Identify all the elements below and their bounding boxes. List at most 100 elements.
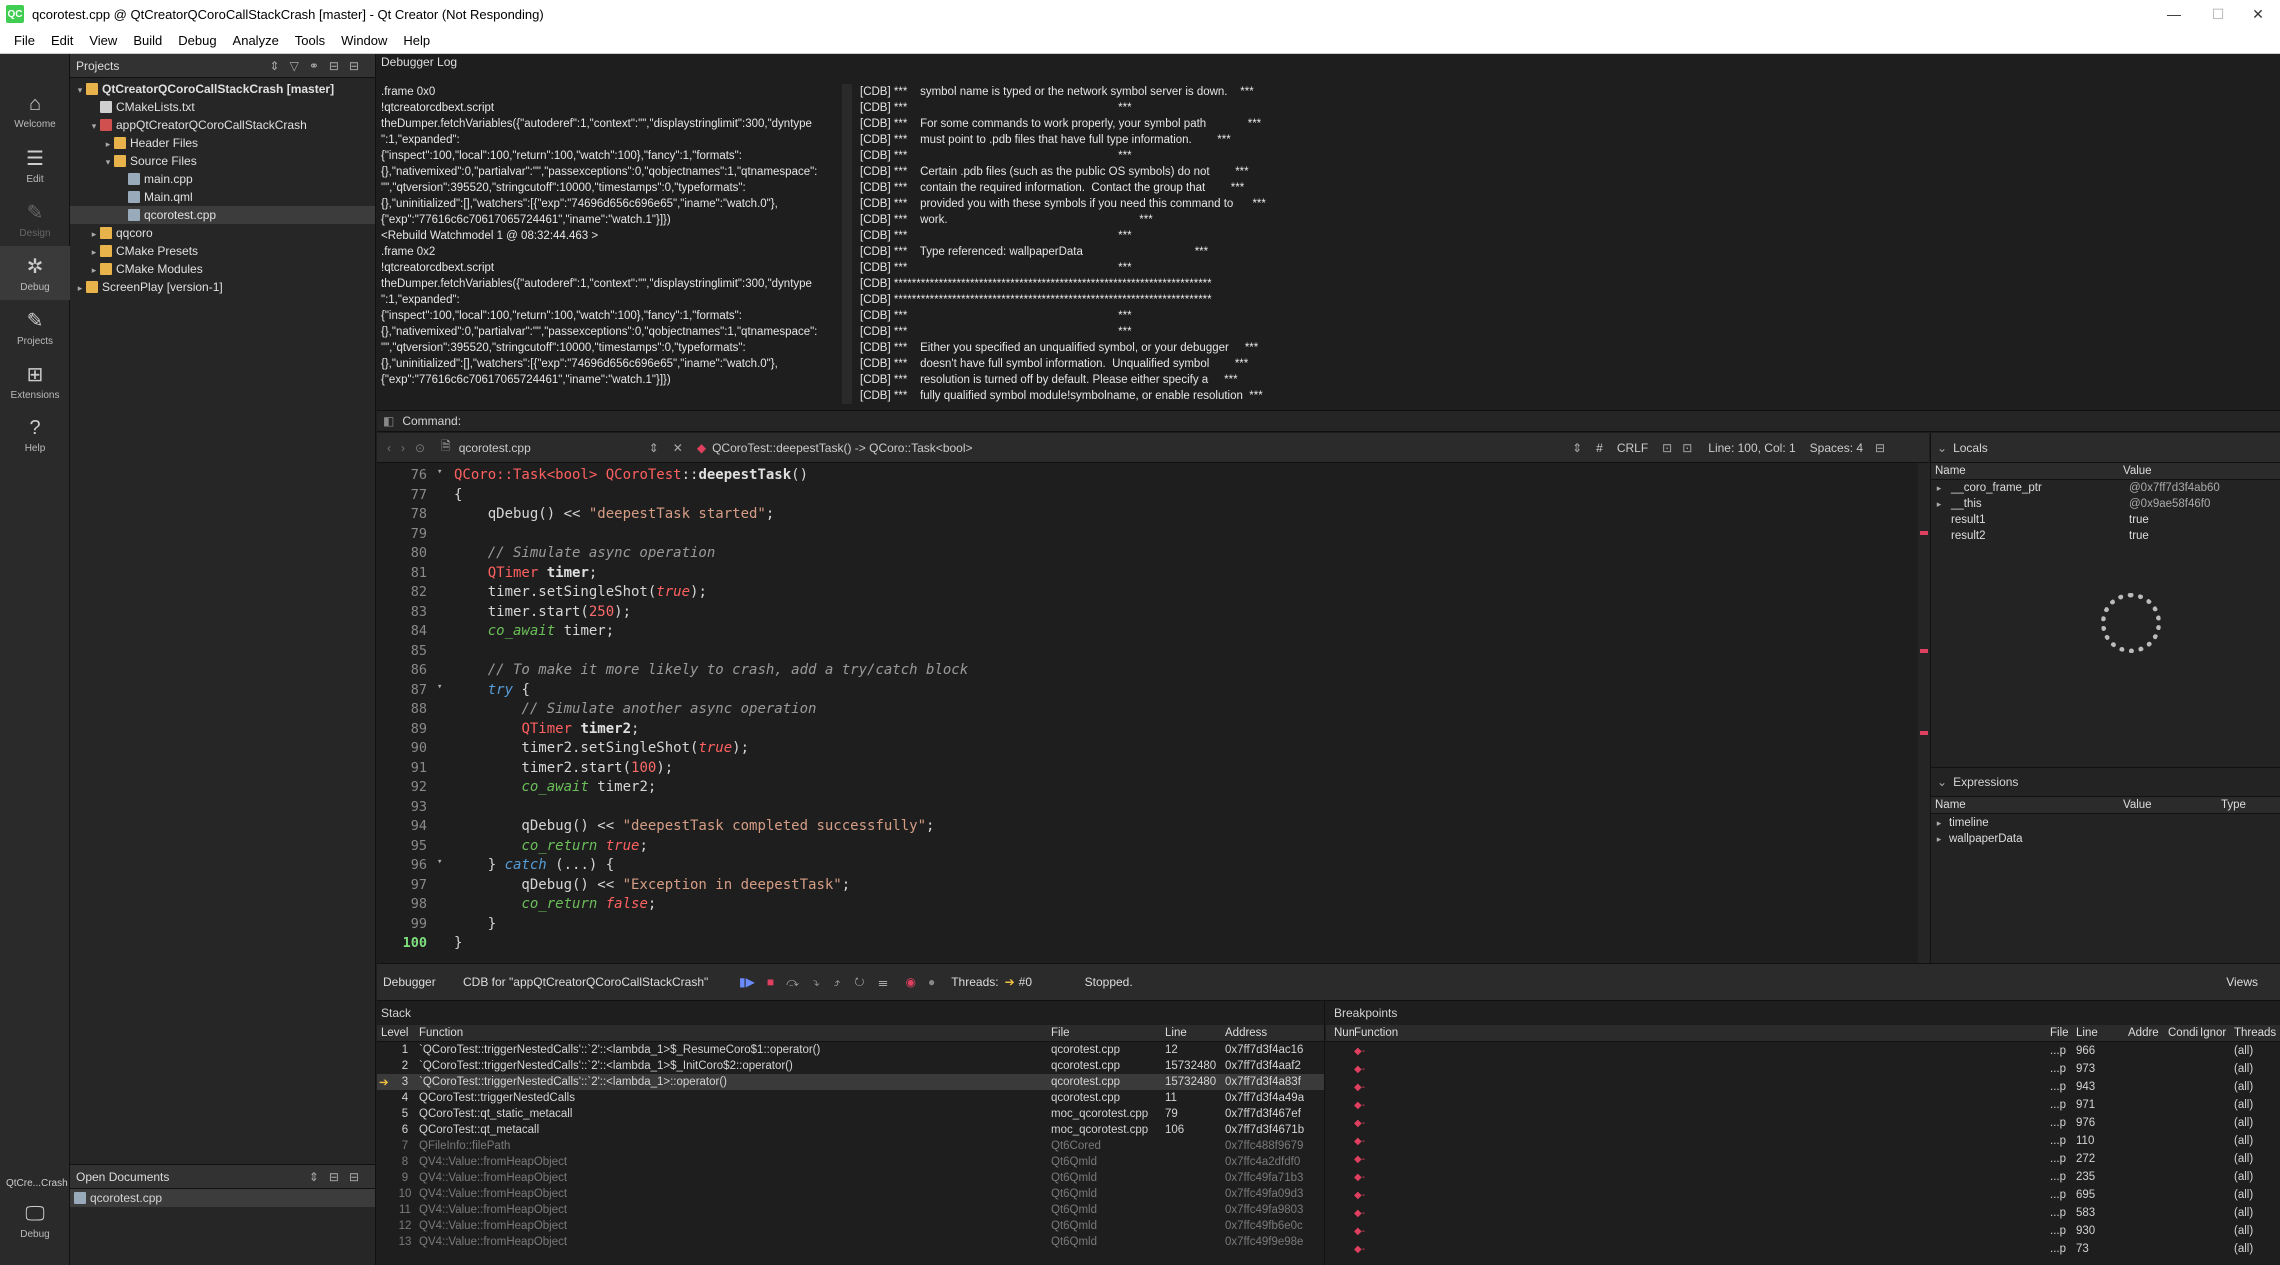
breakpoint-icon[interactable]: ◆- — [1326, 1064, 2050, 1075]
menu-window[interactable]: Window — [333, 33, 395, 48]
code-line[interactable]: QTimer timer; — [454, 565, 598, 581]
breakpoint-icon[interactable]: ◆- — [1326, 1226, 2050, 1237]
breakpoint-icon[interactable]: ◆- — [1326, 1244, 2050, 1255]
breakpoint-row[interactable]: ◆- ...p 930 (all) — [1326, 1222, 2280, 1240]
chevron-down-icon[interactable]: ⌄ — [1937, 441, 1947, 455]
code-line[interactable]: co_return true; — [454, 838, 647, 854]
expand-arrow-icon[interactable]: ▾ — [102, 153, 114, 171]
stack-frame-row[interactable]: 6 QCoroTest::qt_metacall moc_qcorotest.cpp… — [377, 1122, 1324, 1138]
minimize-icon[interactable]: — — [2152, 0, 2196, 28]
breakpoint-row[interactable]: ◆- ...p 976 (all) — [1326, 1114, 2280, 1132]
file-selector[interactable]: qcorotest.cpp — [459, 441, 649, 455]
expression-row[interactable]: ▸ wallpaperData — [1931, 831, 2280, 847]
breakpoint-row[interactable]: ◆- ...p 235 (all) — [1326, 1168, 2280, 1186]
code-line[interactable]: } — [454, 935, 462, 951]
code-line[interactable]: // Simulate another async operation — [454, 701, 816, 717]
expression-row[interactable]: ▸ timeline — [1931, 815, 2280, 831]
thread-selector[interactable]: #0 — [1019, 975, 1067, 989]
local-variable-row[interactable]: result1 true — [1931, 512, 2280, 528]
chevron-down-icon[interactable]: ⌄ — [1937, 775, 1947, 789]
debugger-log-output[interactable]: [CDB] *** symbol name is typed or the ne… — [860, 84, 1680, 410]
expand-arrow-icon[interactable]: ▾ — [74, 81, 86, 99]
mode-welcome[interactable]: ⌂ Welcome — [0, 84, 70, 138]
split-icon[interactable]: ⇕⊟⊟ — [309, 1170, 369, 1184]
project-tree-item[interactable]: ▾ QtCreatorQCoroCallStackCrash [master] — [70, 80, 375, 98]
kit-selector[interactable]: 🖵 Debug — [0, 1194, 70, 1248]
code-line[interactable]: // To make it more likely to crash, add … — [454, 662, 968, 678]
menu-build[interactable]: Build — [125, 33, 170, 48]
menu-tools[interactable]: Tools — [287, 33, 333, 48]
split-editor-icon[interactable]: ⊟ — [1875, 441, 1885, 455]
debugger-log-input[interactable]: .frame 0x0 !qtcreatorcdbext.script theDump… — [381, 84, 841, 410]
log-scrollbar[interactable] — [842, 84, 852, 404]
hash-button[interactable]: # — [1596, 441, 1603, 455]
breakpoint-icon[interactable]: ◆- — [1326, 1082, 2050, 1093]
menu-edit[interactable]: Edit — [43, 33, 81, 48]
breakpoint-icon[interactable]: ◆- — [1326, 1136, 2050, 1147]
editor-scrollbar[interactable] — [1918, 463, 1930, 963]
stack-frame-row[interactable]: 10 QV4::Value::fromHeapObject Qt6Qmld 0x7ff… — [377, 1186, 1324, 1202]
project-tree-item[interactable]: ▾ appQtCreatorQCoroCallStackCrash — [70, 116, 375, 134]
breakpoint-row[interactable]: ◆- ...p 973 (all) — [1326, 1060, 2280, 1078]
mode-design[interactable]: ✎ Design — [0, 192, 70, 246]
menu-view[interactable]: View — [81, 33, 125, 48]
expand-arrow-icon[interactable]: ▸ — [74, 279, 86, 297]
views-button[interactable]: Views — [2226, 975, 2258, 989]
eol-selector[interactable]: CRLF — [1617, 441, 1648, 455]
maximize-icon[interactable]: ☐ — [2196, 0, 2240, 28]
code-line[interactable]: timer.setSingleShot(true); — [454, 584, 707, 600]
stack-frame-row[interactable]: ➔ 3 `QCoroTest::triggerNestedCalls'::`2'::… — [377, 1074, 1324, 1090]
project-tree-item[interactable]: CMakeLists.txt — [70, 98, 375, 116]
stack-frame-row[interactable]: 12 QV4::Value::fromHeapObject Qt6Qmld 0x7ff… — [377, 1218, 1324, 1234]
stack-frame-row[interactable]: 7 QFileInfo::filePath Qt6Cored 0x7ffc488f96… — [377, 1138, 1324, 1154]
expand-arrow-icon[interactable]: ▸ — [88, 225, 100, 243]
cursor-position[interactable]: Line: 100, Col: 1 — [1708, 441, 1795, 455]
mode-debug[interactable]: ✲ Debug — [0, 246, 70, 300]
code-line[interactable]: co_return false; — [454, 896, 656, 912]
fold-marker-icon[interactable]: ▾ — [437, 857, 442, 867]
command-input[interactable] — [467, 412, 2267, 430]
menu-file[interactable]: File — [6, 33, 43, 48]
stack-frame-row[interactable]: 5 QCoroTest::qt_static_metacall moc_qcorot… — [377, 1106, 1324, 1122]
close-document-icon[interactable]: ✕ — [673, 441, 683, 455]
project-tree-item[interactable]: ▸ CMake Presets — [70, 242, 375, 260]
record-icon[interactable]: ● — [928, 975, 935, 989]
code-line[interactable]: QTimer timer2; — [454, 721, 639, 737]
code-line[interactable]: qDebug() << "deepestTask completed succe… — [454, 818, 934, 834]
encoding-icon[interactable]: ⊡⊡ — [1662, 441, 1702, 455]
mode-projects[interactable]: ✎ Projects — [0, 300, 70, 354]
stack-frame-row[interactable]: 9 QV4::Value::fromHeapObject Qt6Qmld 0x7ffc… — [377, 1170, 1324, 1186]
breakpoint-icon[interactable]: ◆- — [1326, 1046, 2050, 1057]
code-line[interactable]: timer2.start(100); — [454, 760, 673, 776]
menu-help[interactable]: Help — [395, 33, 438, 48]
breakpoint-icon[interactable]: ◉ — [905, 975, 915, 989]
code-line[interactable]: co_await timer2; — [454, 779, 656, 795]
mode-extensions[interactable]: ⊞ Extensions — [0, 354, 70, 408]
project-tree-item[interactable]: ▸ ScreenPlay [version-1] — [70, 278, 375, 296]
mode-edit[interactable]: ☰ Edit — [0, 138, 70, 192]
project-tree-item[interactable]: ▸ CMake Modules — [70, 260, 375, 278]
indentation-setting[interactable]: Spaces: 4 — [1810, 441, 1863, 455]
project-tree-item[interactable]: ▾ Source Files — [70, 152, 375, 170]
symbol-selector[interactable]: QCoroTest::deepestTask() -> QCoro::Task<… — [712, 441, 1572, 455]
breakpoint-icon[interactable]: ◆- — [1326, 1190, 2050, 1201]
local-variable-row[interactable]: result2 true — [1931, 528, 2280, 544]
stack-frame-row[interactable]: 11 QV4::Value::fromHeapObject Qt6Qmld 0x7ff… — [377, 1202, 1324, 1218]
code-line[interactable]: // Simulate async operation — [454, 545, 716, 561]
breakpoint-icon[interactable]: ◆- — [1326, 1172, 2050, 1183]
menu-debug[interactable]: Debug — [170, 33, 224, 48]
project-tree-item[interactable]: qcorotest.cpp — [70, 206, 375, 224]
stack-frame-row[interactable]: 2 `QCoroTest::triggerNestedCalls'::`2'::<… — [377, 1058, 1324, 1074]
local-variable-row[interactable]: ▸ __coro_frame_ptr @0x7ff7d3f4ab60 — [1931, 480, 2280, 496]
engine-selector[interactable]: CDB for "appQtCreatorQCoroCallStackCrash… — [463, 975, 733, 989]
mode-help[interactable]: ? Help — [0, 408, 70, 462]
breakpoint-row[interactable]: ◆- ...p 272 (all) — [1326, 1150, 2280, 1168]
expand-arrow-icon[interactable]: ▸ — [102, 135, 114, 153]
code-line[interactable]: } catch (...) { — [454, 857, 614, 873]
code-line[interactable]: co_await timer; — [454, 623, 614, 639]
code-line[interactable]: } — [454, 916, 496, 932]
code-line[interactable]: timer2.setSingleShot(true); — [454, 740, 749, 756]
stack-frame-row[interactable]: 8 QV4::Value::fromHeapObject Qt6Qmld 0x7ffc… — [377, 1154, 1324, 1170]
breakpoint-icon[interactable]: ◆- — [1326, 1154, 2050, 1165]
stack-frame-row[interactable]: 13 QV4::Value::fromHeapObject Qt6Qmld 0x7ff… — [377, 1234, 1324, 1250]
